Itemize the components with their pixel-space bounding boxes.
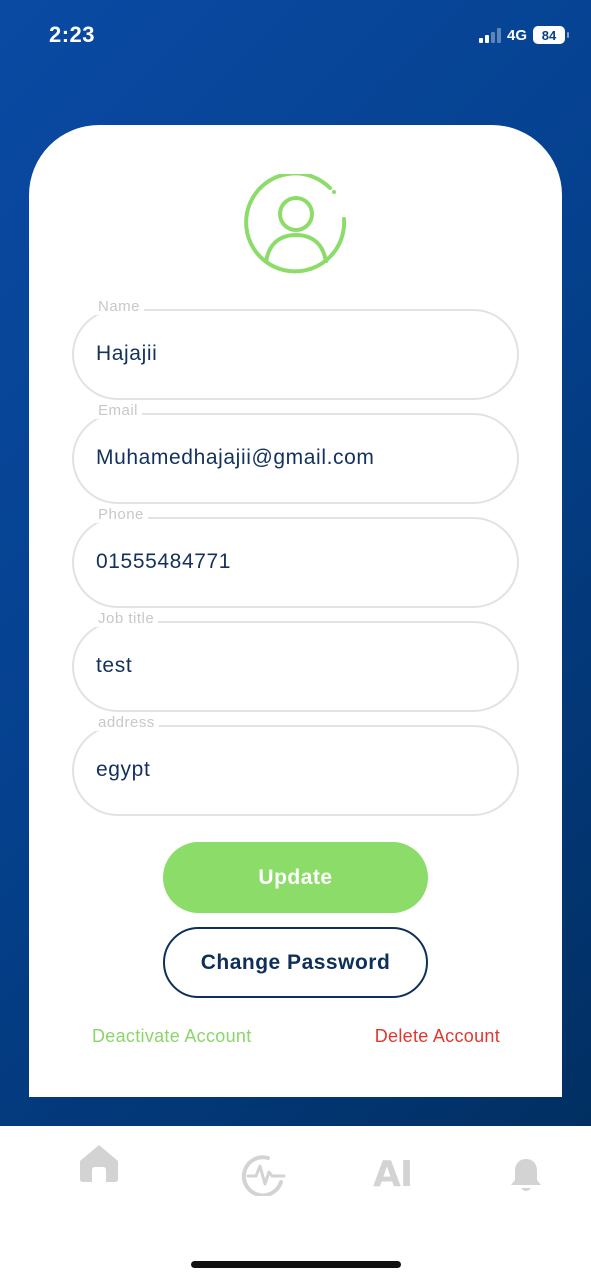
- name-field[interactable]: Name Hajajii: [72, 298, 519, 400]
- bottom-nav: AI: [0, 1126, 591, 1280]
- email-field[interactable]: Email Muhamedhajajii@gmail.com: [72, 402, 519, 504]
- status-time: 2:23: [49, 22, 96, 47]
- phone-label: Phone: [94, 506, 148, 523]
- status-indicators: 4G 84: [478, 24, 569, 46]
- deactivate-account-link[interactable]: Deactivate Account: [92, 1026, 252, 1047]
- name-value: Hajajii: [96, 342, 158, 365]
- job-title-value: test: [96, 654, 133, 677]
- pulse-icon[interactable]: [240, 1152, 286, 1201]
- status-bar: 2:23 4G 84: [0, 0, 591, 70]
- user-circle-icon[interactable]: [244, 171, 348, 278]
- email-value: Muhamedhajajii@gmail.com: [96, 446, 375, 469]
- address-field[interactable]: address egypt: [72, 714, 519, 816]
- bell-icon[interactable]: [509, 1156, 543, 1199]
- battery-icon: 84: [533, 26, 569, 44]
- profile-card: Name Hajajii Email Muhamedhajajii@gmail.…: [29, 125, 562, 1097]
- signal-icon: [478, 27, 501, 43]
- network-type: 4G: [506, 26, 527, 44]
- change-password-button[interactable]: Change Password: [163, 927, 428, 998]
- ai-tab[interactable]: AI: [373, 1154, 413, 1195]
- update-button[interactable]: Update: [163, 842, 428, 913]
- address-label: address: [94, 714, 159, 731]
- address-value: egypt: [96, 758, 151, 781]
- home-indicator: [191, 1261, 401, 1268]
- name-label: Name: [94, 298, 145, 315]
- phone-value: 01555484771: [96, 550, 232, 573]
- job-title-field[interactable]: Job title test: [72, 610, 519, 712]
- delete-account-link[interactable]: Delete Account: [375, 1026, 500, 1047]
- email-label: Email: [94, 402, 143, 419]
- phone-field[interactable]: Phone 01555484771: [72, 506, 519, 608]
- job-title-label: Job title: [94, 610, 159, 627]
- battery-level: 84: [541, 27, 557, 43]
- home-icon[interactable]: [78, 1142, 120, 1189]
